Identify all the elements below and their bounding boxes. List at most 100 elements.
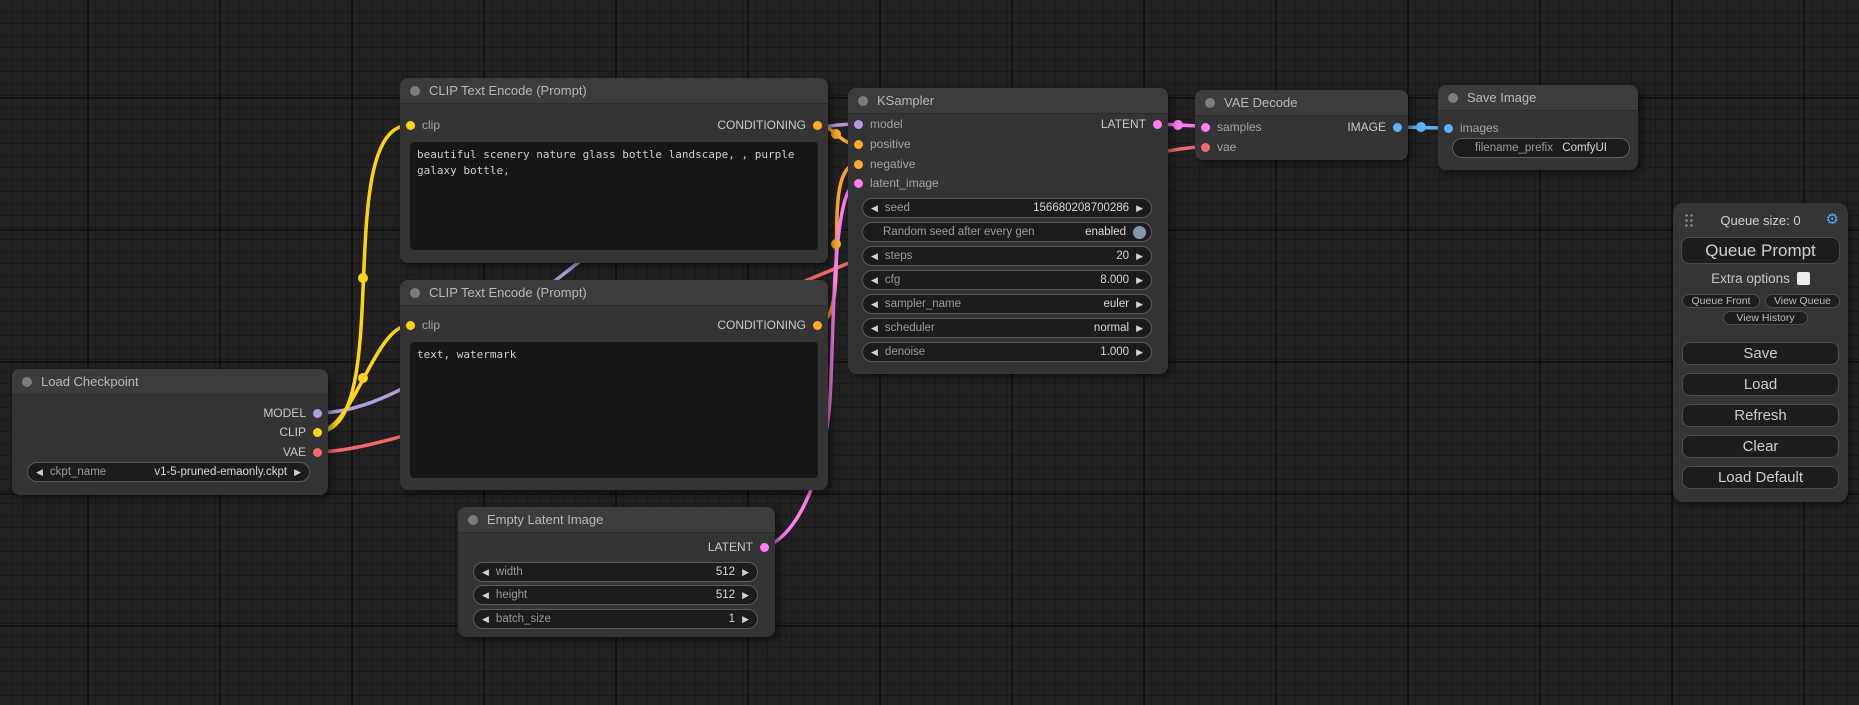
node-header[interactable]: Empty Latent Image xyxy=(458,507,775,533)
view-queue-button[interactable]: View Queue xyxy=(1765,294,1840,308)
denoise-widget[interactable]: denoise 1.000 xyxy=(862,342,1152,362)
increment-arrow-icon[interactable] xyxy=(742,568,749,577)
clip-slot-dot[interactable] xyxy=(406,121,415,130)
input-slot-vae[interactable]: vae xyxy=(1201,139,1236,155)
latent-slot-dot[interactable] xyxy=(1201,123,1210,132)
decrement-arrow-icon[interactable] xyxy=(871,348,878,357)
input-slot-images[interactable]: images xyxy=(1444,120,1499,136)
node-save-image[interactable]: Save Image images filename_prefix ComfyU… xyxy=(1438,85,1638,170)
increment-arrow-icon[interactable] xyxy=(1136,348,1143,357)
increment-arrow-icon[interactable] xyxy=(742,615,749,624)
prompt-textarea[interactable]: beautiful scenery nature glass bottle la… xyxy=(410,142,818,250)
batch-size-widget[interactable]: batch_size 1 xyxy=(473,609,758,629)
output-slot-conditioning[interactable]: CONDITIONING xyxy=(717,317,822,333)
increment-arrow-icon[interactable] xyxy=(1136,252,1143,261)
output-slot-conditioning[interactable]: CONDITIONING xyxy=(717,117,822,133)
latent-slot-dot[interactable] xyxy=(854,179,863,188)
input-slot-samples[interactable]: samples xyxy=(1201,119,1262,135)
view-history-button[interactable]: View History xyxy=(1723,311,1808,325)
vae-slot-dot[interactable] xyxy=(1201,143,1210,152)
input-slot-clip[interactable]: clip xyxy=(406,117,440,133)
model-slot-dot[interactable] xyxy=(854,120,863,129)
collapse-dot-icon[interactable] xyxy=(858,96,868,106)
decrement-arrow-icon[interactable] xyxy=(871,300,878,309)
queue-prompt-button[interactable]: Queue Prompt xyxy=(1681,237,1840,264)
steps-widget[interactable]: steps 20 xyxy=(862,246,1152,266)
seed-widget[interactable]: seed 156680208700286 xyxy=(862,198,1152,218)
decrement-arrow-icon[interactable] xyxy=(482,615,489,624)
node-header[interactable]: KSampler xyxy=(848,88,1168,114)
decrement-arrow-icon[interactable] xyxy=(482,591,489,600)
collapse-dot-icon[interactable] xyxy=(1448,93,1458,103)
save-button[interactable]: Save xyxy=(1682,342,1839,365)
decrement-arrow-icon[interactable] xyxy=(871,252,878,261)
collapse-dot-icon[interactable] xyxy=(410,86,420,96)
clip-slot-dot[interactable] xyxy=(313,428,322,437)
input-slot-positive[interactable]: positive xyxy=(854,136,911,152)
decrement-arrow-icon[interactable] xyxy=(871,276,878,285)
height-widget[interactable]: height 512 xyxy=(473,585,758,605)
decrement-arrow-icon[interactable] xyxy=(36,468,43,477)
node-empty-latent-image[interactable]: Empty Latent Image LATENT width 512 heig… xyxy=(458,507,775,637)
latent-slot-dot[interactable] xyxy=(760,543,769,552)
increment-arrow-icon[interactable] xyxy=(1136,276,1143,285)
image-slot-dot[interactable] xyxy=(1444,124,1453,133)
node-header[interactable]: CLIP Text Encode (Prompt) xyxy=(400,280,828,306)
decrement-arrow-icon[interactable] xyxy=(871,324,878,333)
conditioning-slot-dot[interactable] xyxy=(854,160,863,169)
cfg-widget[interactable]: cfg 8.000 xyxy=(862,270,1152,290)
node-load-checkpoint[interactable]: Load Checkpoint MODEL CLIP VAE ckpt_name… xyxy=(12,369,328,495)
load-default-button[interactable]: Load Default xyxy=(1682,466,1839,489)
node-header[interactable]: Save Image xyxy=(1438,85,1638,111)
node-header[interactable]: Load Checkpoint xyxy=(12,369,328,395)
decrement-arrow-icon[interactable] xyxy=(482,568,489,577)
model-slot-dot[interactable] xyxy=(313,409,322,418)
prompt-textarea[interactable]: text, watermark xyxy=(410,342,818,478)
output-slot-vae[interactable]: VAE xyxy=(283,444,322,460)
image-slot-dot[interactable] xyxy=(1393,123,1402,132)
input-slot-negative[interactable]: negative xyxy=(854,156,915,172)
increment-arrow-icon[interactable] xyxy=(1136,300,1143,309)
gear-icon[interactable]: ⚙ xyxy=(1826,211,1839,229)
increment-arrow-icon[interactable] xyxy=(294,468,301,477)
clear-button[interactable]: Clear xyxy=(1682,435,1839,458)
random-seed-toggle-widget[interactable]: Random seed after every gen enabled xyxy=(862,222,1152,242)
latent-slot-dot[interactable] xyxy=(1153,120,1162,129)
width-widget[interactable]: width 512 xyxy=(473,562,758,582)
vae-slot-dot[interactable] xyxy=(313,448,322,457)
collapse-dot-icon[interactable] xyxy=(1205,98,1215,108)
drag-handle-icon[interactable] xyxy=(1684,213,1693,228)
node-clip-text-encode-positive[interactable]: CLIP Text Encode (Prompt) clip CONDITION… xyxy=(400,78,828,263)
node-vae-decode[interactable]: VAE Decode samples vae IMAGE xyxy=(1195,90,1408,160)
sampler-name-widget[interactable]: sampler_name euler xyxy=(862,294,1152,314)
ckpt-name-widget[interactable]: ckpt_name v1-5-pruned-emaonly.ckpt xyxy=(27,462,310,482)
toggle-circle-icon[interactable] xyxy=(1133,226,1146,239)
collapse-dot-icon[interactable] xyxy=(410,288,420,298)
increment-arrow-icon[interactable] xyxy=(1136,324,1143,333)
node-clip-text-encode-negative[interactable]: CLIP Text Encode (Prompt) clip CONDITION… xyxy=(400,280,828,490)
node-header[interactable]: VAE Decode xyxy=(1195,90,1408,116)
decrement-arrow-icon[interactable] xyxy=(871,204,878,213)
input-slot-clip[interactable]: clip xyxy=(406,317,440,333)
output-slot-latent[interactable]: LATENT xyxy=(708,539,769,555)
conditioning-slot-dot[interactable] xyxy=(854,140,863,149)
node-header[interactable]: CLIP Text Encode (Prompt) xyxy=(400,78,828,104)
increment-arrow-icon[interactable] xyxy=(742,591,749,600)
load-button[interactable]: Load xyxy=(1682,373,1839,396)
input-slot-latent-image[interactable]: latent_image xyxy=(854,175,939,191)
scheduler-widget[interactable]: scheduler normal xyxy=(862,318,1152,338)
conditioning-slot-dot[interactable] xyxy=(813,321,822,330)
clip-slot-dot[interactable] xyxy=(406,321,415,330)
output-slot-clip[interactable]: CLIP xyxy=(279,424,322,440)
increment-arrow-icon[interactable] xyxy=(1136,204,1143,213)
extra-options-checkbox[interactable] xyxy=(1797,272,1810,285)
node-ksampler[interactable]: KSampler model positive negative latent_… xyxy=(848,88,1168,374)
output-slot-latent[interactable]: LATENT xyxy=(1101,116,1162,132)
output-slot-image[interactable]: IMAGE xyxy=(1347,119,1402,135)
output-slot-model[interactable]: MODEL xyxy=(263,405,322,421)
conditioning-slot-dot[interactable] xyxy=(813,121,822,130)
filename-prefix-widget[interactable]: filename_prefix ComfyUI xyxy=(1452,138,1630,158)
input-slot-model[interactable]: model xyxy=(854,116,903,132)
collapse-dot-icon[interactable] xyxy=(468,515,478,525)
refresh-button[interactable]: Refresh xyxy=(1682,404,1839,427)
